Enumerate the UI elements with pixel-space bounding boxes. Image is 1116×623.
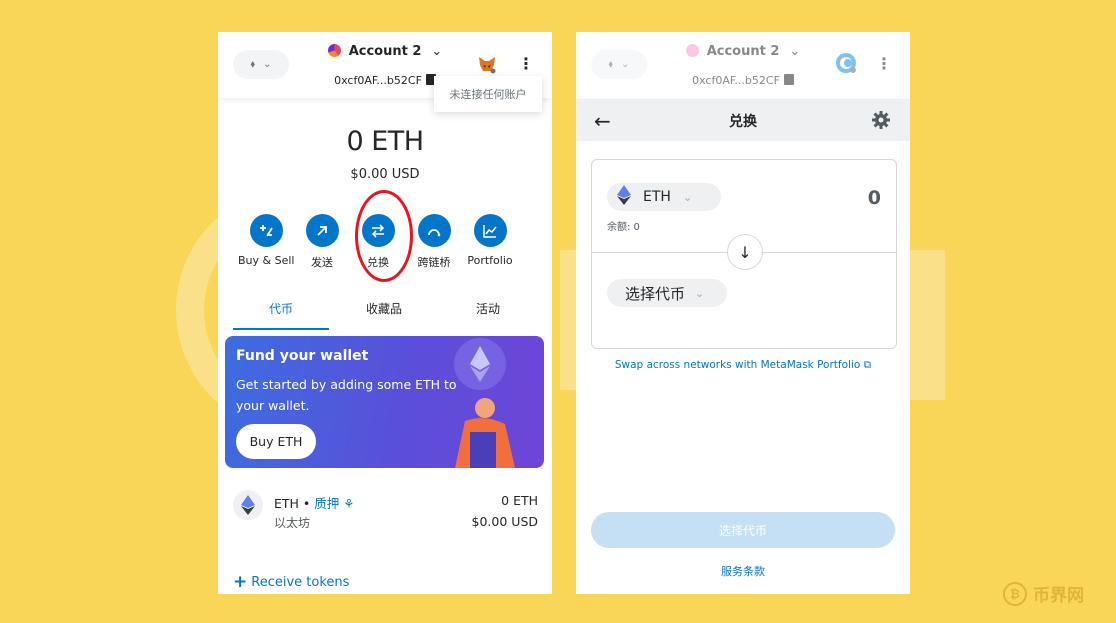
- switch-tokens-button[interactable]: ↓: [727, 234, 763, 270]
- site-watermark: ₿ 币界网: [1003, 581, 1084, 606]
- chevron-down-icon: ⌄: [789, 44, 801, 59]
- account-selector[interactable]: Account 2 ⌄: [576, 44, 910, 59]
- buy-sell-button[interactable]: Buy & Sell: [238, 214, 294, 267]
- bridge-button[interactable]: 跨链桥: [406, 214, 462, 270]
- action-label: Portfolio: [467, 254, 513, 267]
- sprout-icon: ⚘: [343, 496, 355, 511]
- send-button[interactable]: 发送: [294, 214, 350, 270]
- submit-swap-button[interactable]: 选择代币: [591, 512, 895, 548]
- wallet-home-panel: ⬧ ⌄ Account 2 ⌄ 0xcf0AF...b52CF ⋮ 未连接任何账户…: [218, 32, 552, 594]
- balance-label: 余额: 0: [607, 222, 640, 233]
- chevron-down-icon: ⌄: [682, 190, 693, 204]
- watermark-text: 币界网: [1033, 586, 1084, 606]
- account-avatar: [327, 44, 341, 57]
- from-token-symbol: ETH: [643, 189, 671, 205]
- chart-icon: [473, 214, 507, 247]
- portfolio-link[interactable]: Swap across networks with MetaMask Portf…: [576, 359, 910, 372]
- ethereum-icon: [233, 490, 263, 520]
- account-selector[interactable]: Account 2 ⌄: [218, 44, 552, 59]
- arrow-down-icon: ↓: [738, 242, 752, 262]
- to-token-placeholder: 选择代币: [625, 284, 686, 303]
- action-label: 跨链桥: [417, 256, 451, 269]
- chevron-down-icon: ⌄: [431, 44, 443, 59]
- asset-name: ETH • 质押 ⚘: [274, 496, 355, 511]
- buy-eth-button[interactable]: Buy ETH: [236, 424, 316, 459]
- tab-collectibles[interactable]: 收藏品: [336, 300, 432, 328]
- asset-amount: 0 ETH: [501, 493, 538, 508]
- swap-header: ← 兑换: [576, 99, 910, 141]
- copy-icon[interactable]: [783, 74, 794, 85]
- more-options-icon[interactable]: ⋮: [876, 56, 892, 72]
- fund-text: Get started by adding some ETH to your w…: [236, 377, 457, 413]
- gear-icon[interactable]: [871, 110, 891, 130]
- ethereum-icon: ⬧: [608, 59, 614, 70]
- tab-tokens[interactable]: 代币: [233, 300, 329, 330]
- portfolio-button[interactable]: Portfolio: [462, 214, 518, 267]
- to-token-selector[interactable]: 选择代币 ⌄: [607, 279, 727, 307]
- terms-link[interactable]: 服务条款: [576, 563, 910, 579]
- bridge-icon: [417, 214, 451, 247]
- page-title: 兑换: [729, 114, 757, 130]
- fund-title: Fund your wallet: [236, 348, 369, 364]
- background-decoration: [176, 186, 945, 434]
- app-logo-icon[interactable]: [835, 52, 857, 74]
- chevron-down-icon: ⌄: [695, 286, 705, 300]
- plus-icon: +: [233, 572, 248, 592]
- chevron-down-icon: ⌄: [621, 59, 630, 70]
- account-address[interactable]: 0xcf0AF...b52CF: [576, 74, 910, 87]
- from-token-selector[interactable]: ETH ⌄: [607, 183, 721, 211]
- swap-form: ETH ⌄ 余额: 0 0 ↓ 选择代币 ⌄: [591, 159, 897, 349]
- highlight-annotation: [355, 190, 413, 282]
- address-text: 0xcf0AF...b52CF: [692, 74, 780, 87]
- metamask-fox-icon[interactable]: [477, 54, 497, 74]
- address-text: 0xcf0AF...b52CF: [334, 74, 422, 87]
- asset-subtitle: 以太坊: [274, 516, 311, 530]
- portfolio-link-text: Swap across networks with MetaMask Portf…: [614, 359, 861, 371]
- account-avatar: [685, 44, 699, 57]
- fund-wallet-card: Fund your wallet Get started by adding s…: [225, 336, 544, 468]
- action-label: Buy & Sell: [238, 254, 295, 267]
- more-options-icon[interactable]: ⋮: [518, 56, 534, 72]
- connection-tooltip: 未连接任何账户: [434, 76, 542, 112]
- tab-activity[interactable]: 活动: [440, 300, 536, 328]
- wallet-header: ⬧ ⌄ Account 2 ⌄ 0xcf0AF...b52CF ⋮: [576, 32, 910, 98]
- external-link-icon: ⧉: [863, 359, 872, 371]
- swap-panel: ⬧ ⌄ Account 2 ⌄ 0xcf0AF...b52CF ⋮ ← 兑换 E…: [576, 32, 910, 594]
- arrow-up-right-icon: [305, 214, 339, 247]
- from-amount-input[interactable]: 0: [868, 187, 881, 209]
- asset-row-eth[interactable]: ETH • 质押 ⚘ 以太坊 0 ETH $0.00 USD: [233, 488, 538, 532]
- receive-tokens-link[interactable]: + Receive tokens: [233, 572, 349, 592]
- balance-amount: 0 ETH: [346, 126, 424, 157]
- receive-label: Receive tokens: [251, 575, 350, 590]
- plus-minus-icon: [249, 214, 283, 247]
- ethereum-icon: [617, 185, 631, 209]
- account-name: Account 2: [706, 44, 780, 59]
- balance-usd: $0.00 USD: [350, 167, 420, 182]
- account-name: Account 2: [348, 44, 422, 59]
- ethereum-icon: ⬧: [250, 59, 256, 70]
- stake-link[interactable]: 质押: [314, 496, 339, 511]
- chevron-down-icon: ⌄: [263, 59, 272, 70]
- asset-tabs: 代币 收藏品 活动: [233, 300, 538, 330]
- action-label: 发送: [311, 256, 333, 269]
- asset-amount-usd: $0.00 USD: [471, 514, 538, 529]
- coin-logo-icon: ₿: [1003, 581, 1027, 606]
- asset-symbol: ETH: [274, 496, 299, 511]
